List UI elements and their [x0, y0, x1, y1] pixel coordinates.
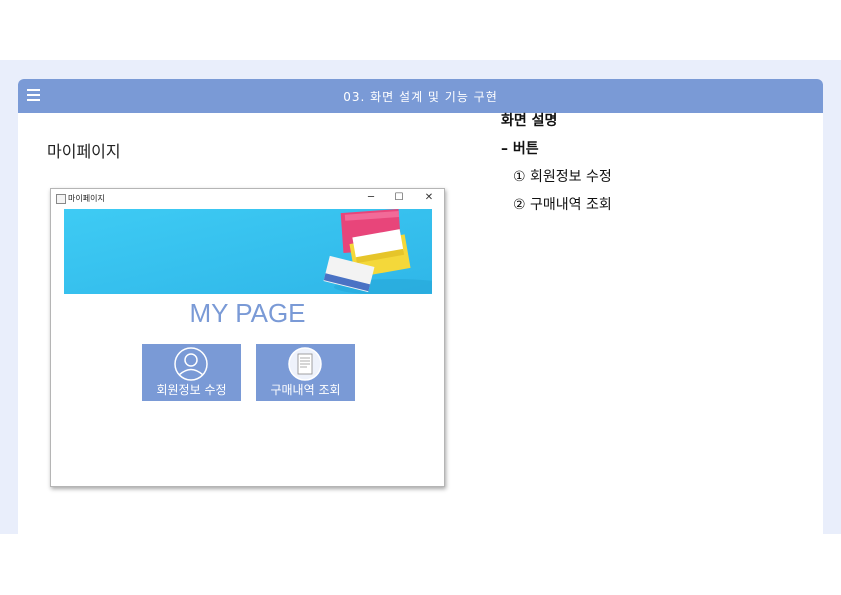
window-titlebar: 마이페이지 ─ ☐ ✕: [51, 189, 444, 207]
my-page-heading: MY PAGE: [189, 298, 306, 328]
maximize-button[interactable]: ☐: [390, 191, 408, 205]
description-title: 화면 설명: [501, 113, 558, 129]
description-subtitle: – 버튼: [501, 141, 539, 157]
page-title: 마이페이지: [47, 142, 121, 161]
user-icon: [174, 347, 208, 381]
header-bar: 03. 화면 설계 및 기능 구현: [18, 79, 823, 113]
edit-member-info-button[interactable]: 회원정보 수정: [142, 344, 241, 401]
purchase-history-label: 구매내역 조회: [270, 383, 341, 397]
header-title: 03. 화면 설계 및 기능 구현: [343, 90, 498, 104]
banner-image: [64, 209, 432, 294]
description-item-1: ① 회원정보 수정: [513, 169, 612, 185]
description-item-2: ② 구매내역 조회: [513, 197, 612, 213]
receipt-icon: [288, 347, 322, 381]
edit-member-info-label: 회원정보 수정: [156, 383, 227, 397]
app-icon: [56, 194, 66, 204]
slide-card: 03. 화면 설계 및 기능 구현 마이페이지 마이페이지 ─ ☐ ✕ MY P…: [18, 79, 823, 534]
purchase-history-button[interactable]: 구매내역 조회: [256, 344, 355, 401]
minimize-button[interactable]: ─: [362, 191, 380, 205]
app-window-screenshot: 마이페이지 ─ ☐ ✕ MY PAGE 회원정보 수정 구매내역 조회: [50, 188, 445, 487]
close-button[interactable]: ✕: [420, 191, 438, 205]
window-title: 마이페이지: [68, 194, 105, 203]
